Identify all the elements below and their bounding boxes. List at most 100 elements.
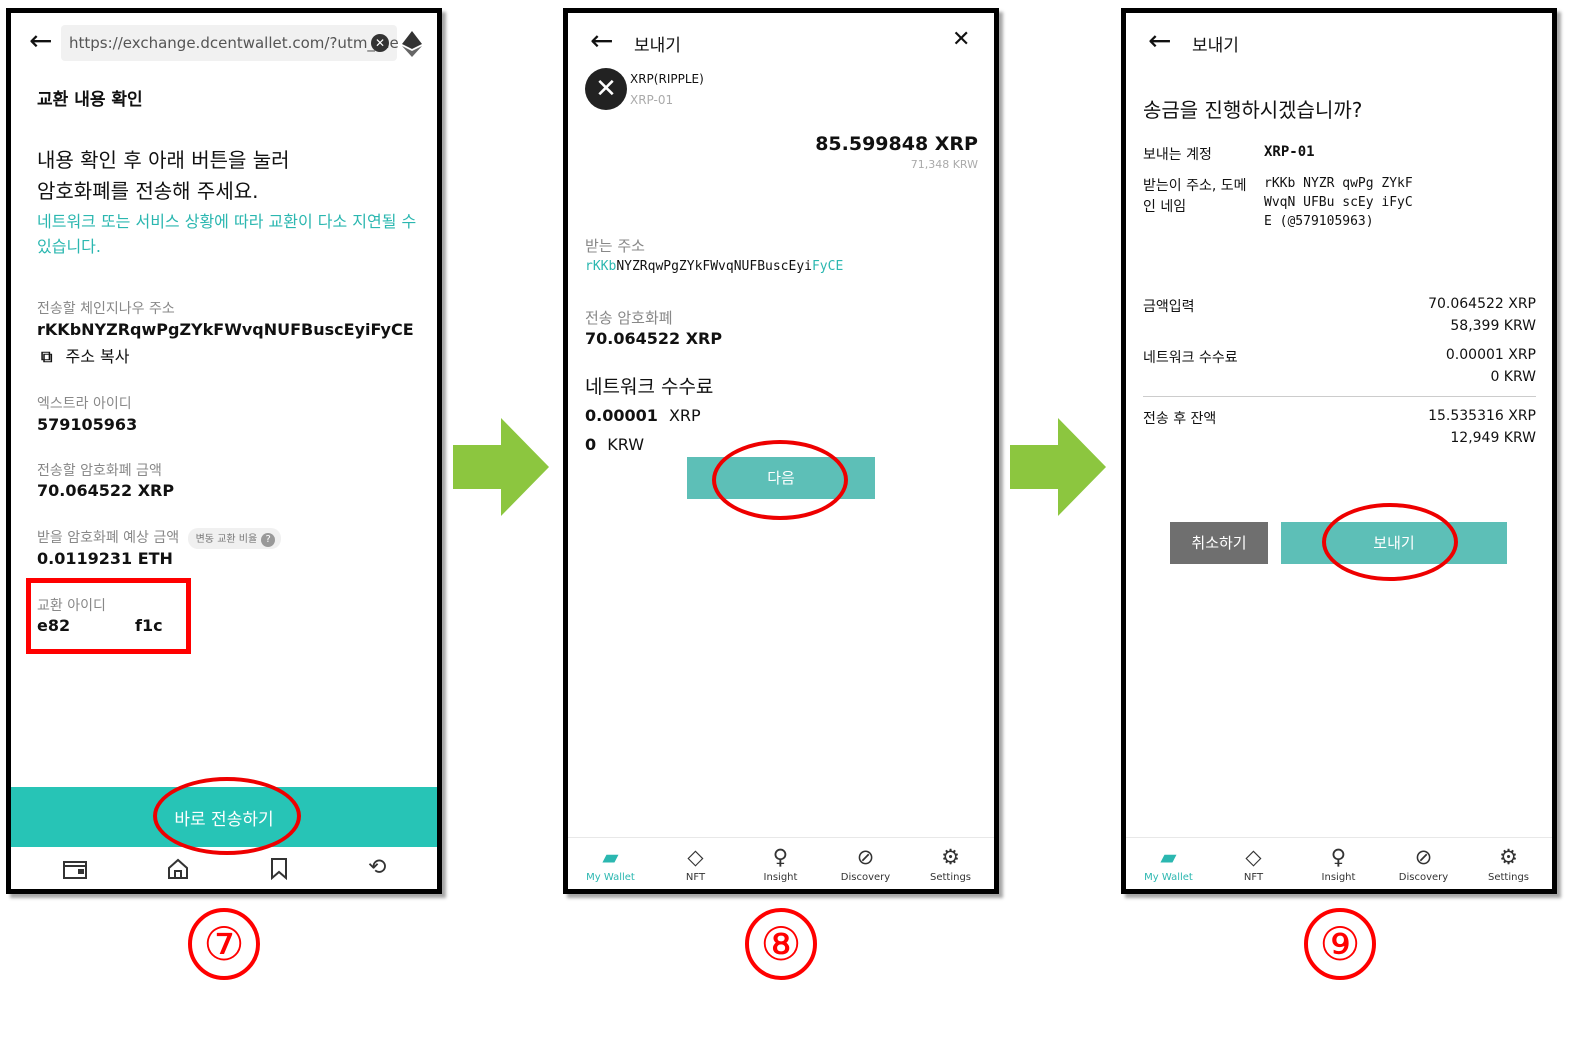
to-address-label-1: 받는이 주소, 도메 — [1143, 178, 1247, 194]
recipient-address-label: 받는 주소 — [585, 237, 645, 255]
compass-icon: ⊘ — [1414, 845, 1433, 869]
extra-id-value: 579105963 — [37, 415, 138, 434]
back-arrow-icon[interactable]: ← — [590, 27, 613, 55]
headline-line-1: 내용 확인 후 아래 버튼을 눌러 — [37, 148, 290, 172]
fee-krw-amount: 0 — [585, 435, 597, 454]
amount-xrp: 70.064522 XRP — [1428, 296, 1536, 312]
send-input-screen: ← 보내기 ✕ ✕ XRP(RIPPLE) XRP-01 85.599848 X… — [563, 8, 999, 894]
fee-krw-unit: KRW — [607, 435, 645, 454]
bottom-tab-bar: ▰ My Wallet ◇ NFT ♀ Insight ⊘ Discovery ⚙ Set… — [1126, 837, 1552, 889]
copy-address-button[interactable]: ⧉ 주소 복사 — [41, 343, 130, 367]
tab-insight[interactable]: ♀ Insight — [738, 844, 823, 883]
from-account-label: 보내는 계정 — [1143, 147, 1212, 163]
tab-settings[interactable]: ⚙ Settings — [1466, 844, 1551, 883]
tab-nft[interactable]: ◇ NFT — [1211, 844, 1296, 883]
back-arrow-icon[interactable]: ← — [29, 27, 52, 55]
send-highlight-ellipse — [1322, 503, 1458, 581]
clear-icon[interactable]: ✕ — [371, 34, 389, 52]
tab-my-wallet[interactable]: ▰ My Wallet — [568, 844, 653, 883]
address-label: 전송할 체인지나우 주소 — [37, 301, 175, 317]
home-icon[interactable] — [167, 858, 189, 880]
extra-id-label: 엑스트라 아이디 — [37, 396, 132, 412]
to-address-value-3: E (@579105963) — [1264, 214, 1374, 229]
bookmark-icon[interactable] — [270, 858, 288, 880]
tab-discovery[interactable]: ⊘ Discovery — [823, 844, 908, 883]
refresh-icon[interactable]: ⟲ — [368, 855, 386, 880]
next-highlight-ellipse — [712, 440, 848, 520]
lightbulb-icon: ♀ — [772, 845, 789, 869]
network-fee-krw: 0 KRW — [585, 435, 644, 454]
url-text: https://exchange.dcentwallet.com/?utm_me — [69, 34, 399, 52]
xrp-logo-icon: ✕ — [585, 68, 627, 110]
floating-rate-badge: 변동 교환 비율? — [187, 527, 282, 549]
bottom-tab-bar: ▰ My Wallet ◇ NFT ♀ Insight ⊘ Discovery ⚙ Set… — [568, 837, 994, 889]
divider — [1143, 396, 1536, 397]
account-name: XRP-01 — [630, 93, 674, 107]
cancel-button[interactable]: 취소하기 — [1170, 522, 1268, 564]
gear-icon: ⚙ — [1499, 845, 1518, 869]
tab-label: My Wallet — [1144, 872, 1193, 883]
lightbulb-icon: ♀ — [1330, 845, 1347, 869]
tab-label: Discovery — [1398, 872, 1449, 883]
exchange-confirm-screen: ← https://exchange.dcentwallet.com/?utm_… — [6, 8, 442, 894]
tab-label: Insight — [763, 872, 798, 883]
rate-badge-text: 변동 교환 비율 — [195, 533, 258, 545]
fee-krw: 0 KRW — [1490, 369, 1536, 385]
balance-amount: 85.599848 XRP — [815, 133, 978, 155]
fee-unit: XRP — [668, 406, 701, 425]
fee-label: 네트워크 수수료 — [1143, 350, 1238, 366]
close-icon[interactable]: ✕ — [952, 27, 970, 52]
tab-label: NFT — [685, 872, 706, 883]
cancel-button-label: 취소하기 — [1191, 534, 1247, 552]
address-value: rKKbNYZRqwPgZYkFWvqNUFBuscEyiFyCE — [37, 320, 414, 339]
diamond-icon: ◇ — [687, 845, 704, 869]
to-address-value-1: rKKb NYZR qwPg ZYkF — [1264, 176, 1413, 191]
tab-settings[interactable]: ⚙ Settings — [908, 844, 993, 883]
from-account-value: XRP-01 — [1264, 144, 1315, 160]
crypto-value: 70.064522 XRP — [585, 329, 723, 348]
tab-label: Discovery — [840, 872, 891, 883]
wallet-icon: ▰ — [1160, 845, 1177, 869]
url-bar[interactable]: https://exchange.dcentwallet.com/?utm_me… — [61, 25, 399, 61]
network-fee-title: 네트워크 수수료 — [585, 376, 714, 398]
browser-bottom-nav: ⟲ — [11, 851, 437, 889]
delay-notice: 네트워크 또는 서비스 상황에 따라 교환이 다소 지연될 수 있습니다. — [37, 212, 417, 256]
ethereum-icon — [402, 31, 422, 57]
instruction-headline: 내용 확인 후 아래 버튼을 눌러 암호화폐를 전송해 주세요. — [37, 145, 427, 207]
tab-label: Settings — [1487, 872, 1529, 883]
compass-icon: ⊘ — [856, 845, 875, 869]
step-number-9: ⑨ — [1304, 908, 1376, 980]
back-arrow-icon[interactable]: ← — [1148, 27, 1171, 55]
tab-insight[interactable]: ♀ Insight — [1296, 844, 1381, 883]
diamond-icon: ◇ — [1245, 845, 1262, 869]
fee-xrp: 0.00001 XRP — [1445, 347, 1536, 363]
send-confirm-screen: ← 보내기 송금을 진행하시겠습니까? 보내는 계정 XRP-01 받는이 주소… — [1121, 8, 1557, 894]
receive-amount-value: 0.0119231 ETH — [37, 549, 173, 568]
remaining-balance-label: 전송 후 잔액 — [1143, 411, 1217, 427]
confirm-question: 송금을 진행하시겠습니까? — [1143, 98, 1363, 122]
tab-nft[interactable]: ◇ NFT — [653, 844, 738, 883]
wallet-icon: ▰ — [602, 845, 619, 869]
copy-address-label: 주소 복사 — [65, 347, 130, 366]
wallet-icon[interactable] — [63, 861, 87, 879]
screen-title: 보내기 — [634, 36, 681, 56]
tab-label: Settings — [929, 872, 971, 883]
fee-amount: 0.00001 — [585, 406, 658, 425]
address-head: rKKb — [585, 259, 617, 274]
tab-label: My Wallet — [586, 872, 635, 883]
send-amount-label: 전송할 암호화폐 금액 — [37, 463, 162, 479]
headline-line-2: 암호화폐를 전송해 주세요. — [37, 179, 259, 203]
coin-name: XRP(RIPPLE) — [630, 72, 704, 86]
help-icon[interactable]: ? — [261, 532, 276, 547]
tab-my-wallet[interactable]: ▰ My Wallet — [1126, 844, 1211, 883]
exchange-id-highlight-box — [26, 578, 191, 654]
tab-discovery[interactable]: ⊘ Discovery — [1381, 844, 1466, 883]
receive-amount-label-text: 받을 암호화폐 예상 금액 — [37, 530, 180, 546]
network-fee-xrp: 0.00001 XRP — [585, 406, 701, 425]
step-number-7: ⑦ — [188, 908, 260, 980]
balance-krw: 71,348 KRW — [910, 158, 978, 171]
tab-label: Insight — [1321, 872, 1356, 883]
address-middle: NYZRqwPgZYkFWvqNUFBuscEyi — [616, 259, 812, 274]
step-number-8: ⑧ — [745, 908, 817, 980]
send-now-highlight-ellipse — [153, 777, 301, 855]
